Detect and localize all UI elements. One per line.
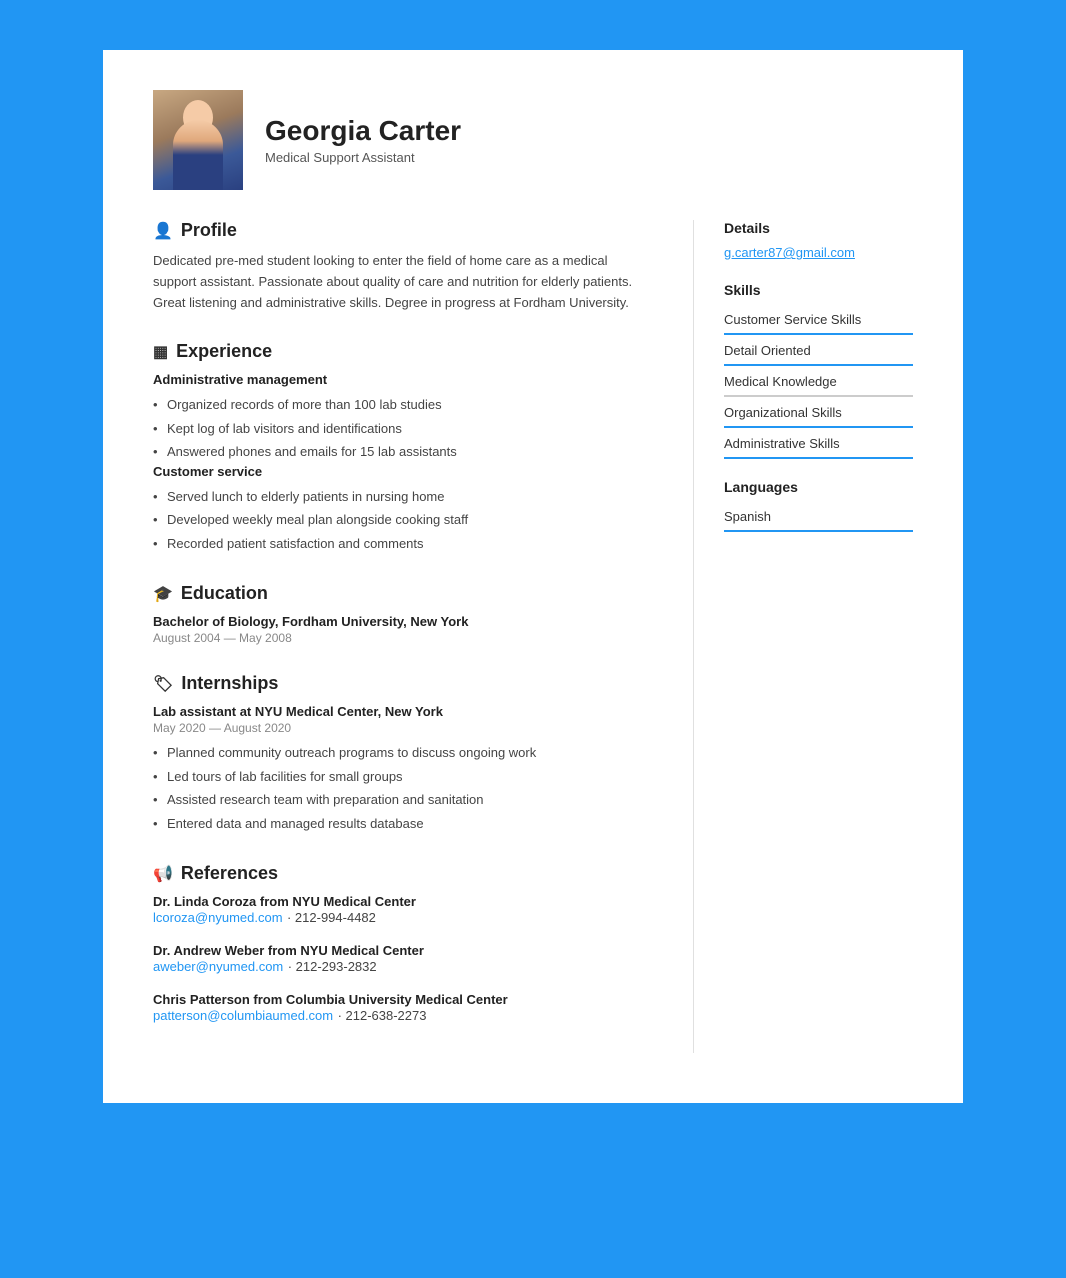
admin-bullets: Organized records of more than 100 lab s… <box>153 393 653 464</box>
internship-bullets: Planned community outreach programs to d… <box>153 741 653 835</box>
resume-container: Georgia Carter Medical Support Assistant… <box>103 50 963 1103</box>
education-section-title: 🎓 Education <box>153 583 653 604</box>
education-section: 🎓 Education Bachelor of Biology, Fordham… <box>153 583 653 645</box>
skill-5: Administrative Skills <box>724 430 913 459</box>
skill-4: Organizational Skills <box>724 399 913 428</box>
reference-3-name: Chris Patterson from Columbia University… <box>153 992 653 1007</box>
customer-bullet-1: Served lunch to elderly patients in nurs… <box>153 485 653 509</box>
references-icon: 📢 <box>153 864 173 884</box>
experience-section: ▦ Experience Administrative management O… <box>153 341 653 555</box>
admin-bullet-2: Kept log of lab visitors and identificat… <box>153 417 653 441</box>
reference-1-contact: lcoroza@nyumed.com · 212-994-4482 <box>153 909 653 927</box>
reference-2-name: Dr. Andrew Weber from NYU Medical Center <box>153 943 653 958</box>
customer-bullet-3: Recorded patient satisfaction and commen… <box>153 532 653 556</box>
reference-2-contact: aweber@nyumed.com · 212-293-2832 <box>153 958 653 976</box>
reference-1: Dr. Linda Coroza from NYU Medical Center… <box>153 894 653 927</box>
internship-date-1: May 2020 — August 2020 <box>153 721 653 735</box>
details-section: Details g.carter87@gmail.com <box>724 220 913 262</box>
reference-1-phone: · 212-994-4482 <box>287 910 376 925</box>
role-admin: Administrative management <box>153 372 653 387</box>
profile-section: 👤 Profile Dedicated pre-med student look… <box>153 220 653 313</box>
customer-bullets: Served lunch to elderly patients in nurs… <box>153 485 653 556</box>
right-column: Details g.carter87@gmail.com Skills Cust… <box>693 220 913 1053</box>
experience-section-title: ▦ Experience <box>153 341 653 362</box>
customer-bullet-2: Developed weekly meal plan alongside coo… <box>153 508 653 532</box>
role-customer: Customer service <box>153 464 653 479</box>
languages-section: Languages Spanish <box>724 479 913 532</box>
language-1: Spanish <box>724 503 913 532</box>
header: Georgia Carter Medical Support Assistant <box>153 90 913 190</box>
skills-section: Skills Customer Service Skills Detail Or… <box>724 282 913 459</box>
references-section-title: 📢 References <box>153 863 653 884</box>
internships-icon: 🏷 <box>153 674 173 694</box>
admin-bullet-3: Answered phones and emails for 15 lab as… <box>153 440 653 464</box>
internship-bullet-4: Entered data and managed results databas… <box>153 812 653 836</box>
avatar <box>153 90 243 190</box>
skill-2: Detail Oriented <box>724 337 913 366</box>
profile-icon: 👤 <box>153 221 173 241</box>
reference-2: Dr. Andrew Weber from NYU Medical Center… <box>153 943 653 976</box>
reference-2-email[interactable]: aweber@nyumed.com <box>153 959 283 974</box>
skill-3: Medical Knowledge <box>724 368 913 397</box>
profile-section-title: 👤 Profile <box>153 220 653 241</box>
reference-3-phone: · 212-638-2273 <box>338 1008 427 1023</box>
details-title: Details <box>724 220 913 236</box>
left-column: 👤 Profile Dedicated pre-med student look… <box>153 220 693 1053</box>
education-icon: 🎓 <box>153 584 173 604</box>
internship-bullet-1: Planned community outreach programs to d… <box>153 741 653 765</box>
reference-3: Chris Patterson from Columbia University… <box>153 992 653 1025</box>
main-content: 👤 Profile Dedicated pre-med student look… <box>153 220 913 1053</box>
experience-role-2: Customer service Served lunch to elderly… <box>153 464 653 556</box>
internship-bullet-2: Led tours of lab facilities for small gr… <box>153 765 653 789</box>
internship-title-1: Lab assistant at NYU Medical Center, New… <box>153 704 653 719</box>
candidate-title: Medical Support Assistant <box>265 150 461 165</box>
internships-section: 🏷 Internships Lab assistant at NYU Medic… <box>153 673 653 835</box>
references-section: 📢 References Dr. Linda Coroza from NYU M… <box>153 863 653 1025</box>
internship-bullet-3: Assisted research team with preparation … <box>153 788 653 812</box>
education-date: August 2004 — May 2008 <box>153 631 653 645</box>
experience-role-1: Administrative management Organized reco… <box>153 372 653 464</box>
candidate-name: Georgia Carter <box>265 115 461 147</box>
education-degree: Bachelor of Biology, Fordham University,… <box>153 614 653 629</box>
experience-icon: ▦ <box>153 342 168 362</box>
header-info: Georgia Carter Medical Support Assistant <box>265 115 461 165</box>
reference-3-email[interactable]: patterson@columbiaumed.com <box>153 1008 333 1023</box>
reference-1-name: Dr. Linda Coroza from NYU Medical Center <box>153 894 653 909</box>
skills-title: Skills <box>724 282 913 298</box>
reference-2-phone: · 212-293-2832 <box>288 959 377 974</box>
reference-3-contact: patterson@columbiaumed.com · 212-638-227… <box>153 1007 653 1025</box>
skill-1: Customer Service Skills <box>724 306 913 335</box>
email-link[interactable]: g.carter87@gmail.com <box>724 245 855 260</box>
languages-title: Languages <box>724 479 913 495</box>
profile-text: Dedicated pre-med student looking to ent… <box>153 251 653 313</box>
reference-1-email[interactable]: lcoroza@nyumed.com <box>153 910 283 925</box>
internships-section-title: 🏷 Internships <box>153 673 653 694</box>
admin-bullet-1: Organized records of more than 100 lab s… <box>153 393 653 417</box>
